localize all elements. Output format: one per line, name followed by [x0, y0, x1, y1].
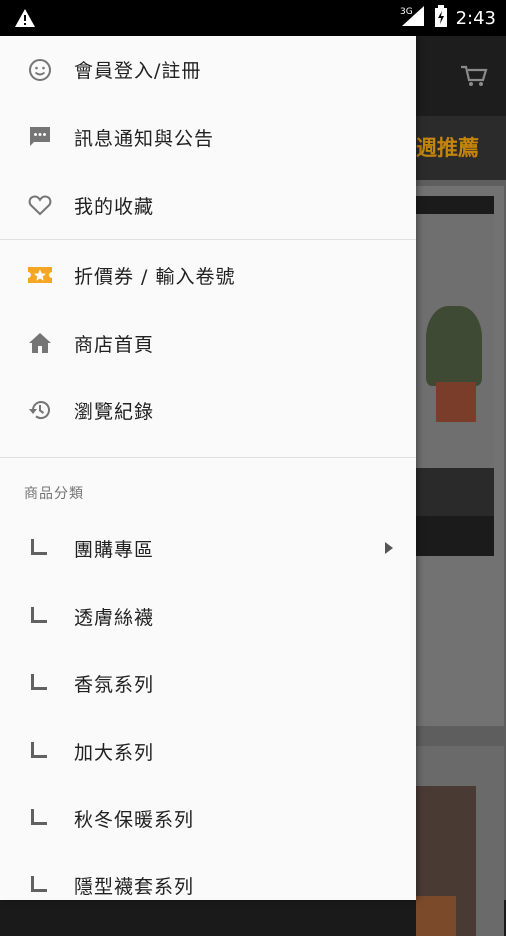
menu-label: 瀏覽紀錄 — [74, 400, 155, 423]
category-item-invisible-socks[interactable]: 隱型襪套系列 — [0, 852, 416, 918]
tab-weekly-picks[interactable]: 週推薦 — [416, 132, 479, 162]
product-card-2[interactable] — [416, 746, 504, 936]
category-item-autumn-winter[interactable]: 秋冬保暖系列 — [0, 785, 416, 851]
divider — [0, 239, 416, 240]
menu-item-member-login[interactable]: 會員登入/註冊 — [0, 36, 416, 102]
chevron-right-icon[interactable] — [385, 542, 393, 554]
category-label: 隱型襪套系列 — [74, 875, 195, 898]
coupon-icon — [27, 262, 53, 288]
categories-header: 商品分類 — [24, 486, 84, 502]
category-label: 香氛系列 — [74, 673, 155, 696]
menu-item-store-home[interactable]: 商店首頁 — [0, 310, 416, 376]
menu-label: 折價券 / 輸入卷號 — [74, 265, 236, 288]
subcategory-icon — [31, 607, 47, 623]
subcategory-icon — [31, 674, 47, 690]
signal-icon: 3G — [400, 5, 426, 31]
subcategory-icon — [31, 809, 47, 825]
home-icon — [27, 330, 53, 356]
category-item-plus-size[interactable]: 加大系列 — [0, 718, 416, 784]
category-label: 秋冬保暖系列 — [74, 808, 195, 831]
subcategory-icon — [31, 876, 47, 892]
network-type-label: 3G — [400, 7, 413, 17]
history-icon — [27, 397, 53, 423]
menu-label: 會員登入/註冊 — [74, 59, 202, 82]
category-item-fragrance[interactable]: 香氛系列 — [0, 650, 416, 716]
status-clock: 2:43 — [455, 7, 496, 29]
subcategory-icon — [31, 539, 47, 555]
menu-item-notifications[interactable]: 訊息通知與公告 — [0, 104, 416, 170]
subcategory-icon — [31, 742, 47, 758]
status-bar: 3G 2:43 — [0, 0, 506, 36]
message-icon — [27, 124, 53, 150]
category-item-sheer-stockings[interactable]: 透膚絲襪 — [0, 583, 416, 649]
category-label: 加大系列 — [74, 741, 155, 764]
category-label: 團購專區 — [74, 538, 155, 561]
divider — [0, 457, 416, 458]
menu-item-browse-history[interactable]: 瀏覽紀錄 — [0, 377, 416, 443]
menu-label: 訊息通知與公告 — [74, 127, 215, 150]
battery-icon — [434, 5, 448, 31]
heart-icon — [27, 192, 53, 218]
category-label: 透膚絲襪 — [74, 606, 155, 629]
menu-item-coupon[interactable]: 折價券 / 輸入卷號 — [0, 242, 416, 308]
menu-item-favorites[interactable]: 我的收藏 — [0, 172, 416, 238]
cart-icon[interactable] — [460, 64, 488, 92]
menu-label: 我的收藏 — [74, 195, 155, 218]
category-item-group-buy[interactable]: 團購專區 — [0, 515, 416, 581]
warning-icon — [14, 8, 36, 32]
product-image — [416, 196, 494, 556]
navigation-drawer: 會員登入/註冊 訊息通知與公告 我的收藏 折價券 / 輸入卷號 商店首頁 瀏覽紀… — [0, 36, 416, 900]
smiley-icon — [27, 57, 53, 83]
menu-label: 商店首頁 — [74, 333, 155, 356]
